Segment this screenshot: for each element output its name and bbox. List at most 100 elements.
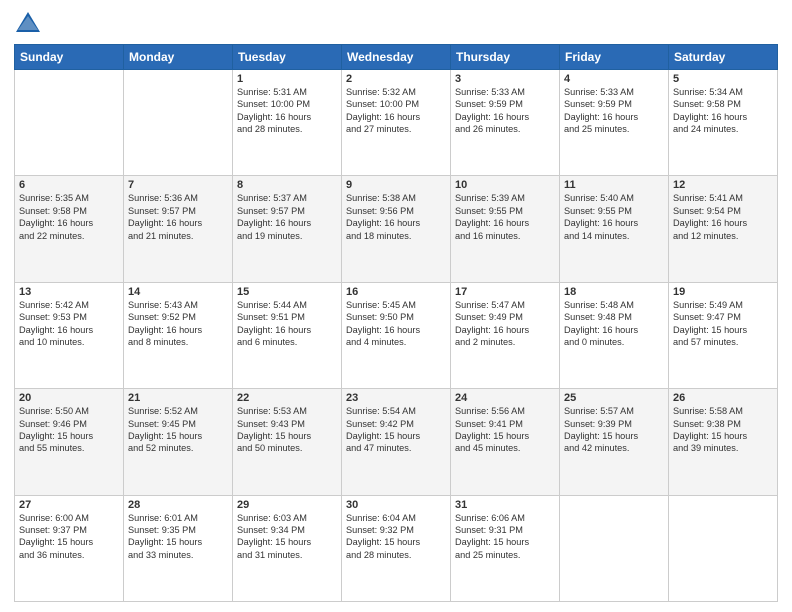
- day-cell: 5Sunrise: 5:34 AM Sunset: 9:58 PM Daylig…: [669, 70, 778, 176]
- day-cell: 7Sunrise: 5:36 AM Sunset: 9:57 PM Daylig…: [124, 176, 233, 282]
- logo: [14, 10, 46, 38]
- header: [14, 10, 778, 38]
- day-info: Sunrise: 5:50 AM Sunset: 9:46 PM Dayligh…: [19, 405, 119, 455]
- day-cell: 28Sunrise: 6:01 AM Sunset: 9:35 PM Dayli…: [124, 495, 233, 601]
- calendar-table: SundayMondayTuesdayWednesdayThursdayFrid…: [14, 44, 778, 602]
- day-number: 14: [128, 286, 228, 298]
- day-number: 5: [673, 73, 773, 85]
- day-cell: 17Sunrise: 5:47 AM Sunset: 9:49 PM Dayli…: [451, 282, 560, 388]
- day-number: 18: [564, 286, 664, 298]
- day-info: Sunrise: 5:40 AM Sunset: 9:55 PM Dayligh…: [564, 192, 664, 242]
- header-friday: Friday: [560, 45, 669, 70]
- day-info: Sunrise: 5:32 AM Sunset: 10:00 PM Daylig…: [346, 86, 446, 136]
- day-cell: [560, 495, 669, 601]
- day-info: Sunrise: 5:43 AM Sunset: 9:52 PM Dayligh…: [128, 299, 228, 349]
- day-info: Sunrise: 5:45 AM Sunset: 9:50 PM Dayligh…: [346, 299, 446, 349]
- header-wednesday: Wednesday: [342, 45, 451, 70]
- week-row-1: 1Sunrise: 5:31 AM Sunset: 10:00 PM Dayli…: [15, 70, 778, 176]
- day-info: Sunrise: 6:00 AM Sunset: 9:37 PM Dayligh…: [19, 512, 119, 562]
- day-cell: 18Sunrise: 5:48 AM Sunset: 9:48 PM Dayli…: [560, 282, 669, 388]
- day-cell: 2Sunrise: 5:32 AM Sunset: 10:00 PM Dayli…: [342, 70, 451, 176]
- day-info: Sunrise: 5:36 AM Sunset: 9:57 PM Dayligh…: [128, 192, 228, 242]
- day-info: Sunrise: 5:48 AM Sunset: 9:48 PM Dayligh…: [564, 299, 664, 349]
- day-number: 27: [19, 499, 119, 511]
- page: SundayMondayTuesdayWednesdayThursdayFrid…: [0, 0, 792, 612]
- day-info: Sunrise: 5:38 AM Sunset: 9:56 PM Dayligh…: [346, 192, 446, 242]
- day-number: 23: [346, 392, 446, 404]
- day-cell: 21Sunrise: 5:52 AM Sunset: 9:45 PM Dayli…: [124, 389, 233, 495]
- day-cell: 16Sunrise: 5:45 AM Sunset: 9:50 PM Dayli…: [342, 282, 451, 388]
- day-info: Sunrise: 5:39 AM Sunset: 9:55 PM Dayligh…: [455, 192, 555, 242]
- day-number: 12: [673, 179, 773, 191]
- day-number: 28: [128, 499, 228, 511]
- day-number: 2: [346, 73, 446, 85]
- header-thursday: Thursday: [451, 45, 560, 70]
- header-monday: Monday: [124, 45, 233, 70]
- day-number: 1: [237, 73, 337, 85]
- day-info: Sunrise: 5:42 AM Sunset: 9:53 PM Dayligh…: [19, 299, 119, 349]
- week-row-5: 27Sunrise: 6:00 AM Sunset: 9:37 PM Dayli…: [15, 495, 778, 601]
- day-info: Sunrise: 5:33 AM Sunset: 9:59 PM Dayligh…: [564, 86, 664, 136]
- week-row-3: 13Sunrise: 5:42 AM Sunset: 9:53 PM Dayli…: [15, 282, 778, 388]
- day-number: 9: [346, 179, 446, 191]
- day-cell: 15Sunrise: 5:44 AM Sunset: 9:51 PM Dayli…: [233, 282, 342, 388]
- day-cell: 22Sunrise: 5:53 AM Sunset: 9:43 PM Dayli…: [233, 389, 342, 495]
- day-cell: 30Sunrise: 6:04 AM Sunset: 9:32 PM Dayli…: [342, 495, 451, 601]
- day-info: Sunrise: 5:33 AM Sunset: 9:59 PM Dayligh…: [455, 86, 555, 136]
- header-saturday: Saturday: [669, 45, 778, 70]
- day-cell: 6Sunrise: 5:35 AM Sunset: 9:58 PM Daylig…: [15, 176, 124, 282]
- day-cell: 20Sunrise: 5:50 AM Sunset: 9:46 PM Dayli…: [15, 389, 124, 495]
- day-cell: 14Sunrise: 5:43 AM Sunset: 9:52 PM Dayli…: [124, 282, 233, 388]
- day-number: 25: [564, 392, 664, 404]
- day-info: Sunrise: 5:54 AM Sunset: 9:42 PM Dayligh…: [346, 405, 446, 455]
- day-number: 21: [128, 392, 228, 404]
- day-info: Sunrise: 5:49 AM Sunset: 9:47 PM Dayligh…: [673, 299, 773, 349]
- day-info: Sunrise: 6:04 AM Sunset: 9:32 PM Dayligh…: [346, 512, 446, 562]
- day-info: Sunrise: 5:31 AM Sunset: 10:00 PM Daylig…: [237, 86, 337, 136]
- day-info: Sunrise: 5:37 AM Sunset: 9:57 PM Dayligh…: [237, 192, 337, 242]
- day-cell: 10Sunrise: 5:39 AM Sunset: 9:55 PM Dayli…: [451, 176, 560, 282]
- day-number: 19: [673, 286, 773, 298]
- day-number: 17: [455, 286, 555, 298]
- header-tuesday: Tuesday: [233, 45, 342, 70]
- day-number: 7: [128, 179, 228, 191]
- day-info: Sunrise: 5:41 AM Sunset: 9:54 PM Dayligh…: [673, 192, 773, 242]
- day-info: Sunrise: 6:06 AM Sunset: 9:31 PM Dayligh…: [455, 512, 555, 562]
- day-number: 26: [673, 392, 773, 404]
- day-number: 29: [237, 499, 337, 511]
- day-cell: 31Sunrise: 6:06 AM Sunset: 9:31 PM Dayli…: [451, 495, 560, 601]
- day-info: Sunrise: 5:35 AM Sunset: 9:58 PM Dayligh…: [19, 192, 119, 242]
- week-row-4: 20Sunrise: 5:50 AM Sunset: 9:46 PM Dayli…: [15, 389, 778, 495]
- day-number: 16: [346, 286, 446, 298]
- day-cell: 23Sunrise: 5:54 AM Sunset: 9:42 PM Dayli…: [342, 389, 451, 495]
- day-cell: 3Sunrise: 5:33 AM Sunset: 9:59 PM Daylig…: [451, 70, 560, 176]
- day-number: 13: [19, 286, 119, 298]
- day-cell: 24Sunrise: 5:56 AM Sunset: 9:41 PM Dayli…: [451, 389, 560, 495]
- day-info: Sunrise: 5:56 AM Sunset: 9:41 PM Dayligh…: [455, 405, 555, 455]
- logo-icon: [14, 10, 42, 38]
- day-info: Sunrise: 6:01 AM Sunset: 9:35 PM Dayligh…: [128, 512, 228, 562]
- day-cell: 19Sunrise: 5:49 AM Sunset: 9:47 PM Dayli…: [669, 282, 778, 388]
- day-cell: 25Sunrise: 5:57 AM Sunset: 9:39 PM Dayli…: [560, 389, 669, 495]
- day-number: 20: [19, 392, 119, 404]
- day-number: 24: [455, 392, 555, 404]
- day-number: 15: [237, 286, 337, 298]
- header-sunday: Sunday: [15, 45, 124, 70]
- day-cell: 9Sunrise: 5:38 AM Sunset: 9:56 PM Daylig…: [342, 176, 451, 282]
- day-info: Sunrise: 5:44 AM Sunset: 9:51 PM Dayligh…: [237, 299, 337, 349]
- day-cell: 1Sunrise: 5:31 AM Sunset: 10:00 PM Dayli…: [233, 70, 342, 176]
- day-number: 31: [455, 499, 555, 511]
- day-cell: 26Sunrise: 5:58 AM Sunset: 9:38 PM Dayli…: [669, 389, 778, 495]
- day-cell: [124, 70, 233, 176]
- day-cell: 11Sunrise: 5:40 AM Sunset: 9:55 PM Dayli…: [560, 176, 669, 282]
- day-number: 8: [237, 179, 337, 191]
- day-cell: [669, 495, 778, 601]
- day-number: 22: [237, 392, 337, 404]
- day-cell: 13Sunrise: 5:42 AM Sunset: 9:53 PM Dayli…: [15, 282, 124, 388]
- day-cell: 4Sunrise: 5:33 AM Sunset: 9:59 PM Daylig…: [560, 70, 669, 176]
- day-cell: 27Sunrise: 6:00 AM Sunset: 9:37 PM Dayli…: [15, 495, 124, 601]
- day-cell: 12Sunrise: 5:41 AM Sunset: 9:54 PM Dayli…: [669, 176, 778, 282]
- day-cell: 29Sunrise: 6:03 AM Sunset: 9:34 PM Dayli…: [233, 495, 342, 601]
- day-number: 30: [346, 499, 446, 511]
- day-number: 4: [564, 73, 664, 85]
